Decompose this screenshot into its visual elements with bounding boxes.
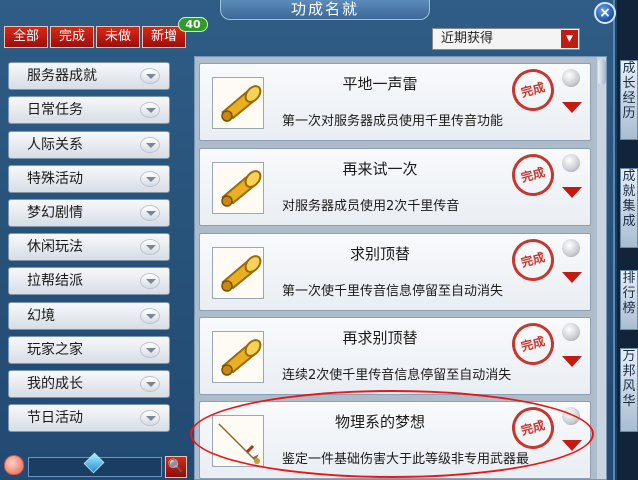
sidebar-item-special[interactable]: 特殊活动	[8, 165, 170, 193]
sidebar-item-festival[interactable]: 节日活动	[8, 404, 170, 432]
sidebar-item-label: 休闲玩法	[27, 239, 83, 255]
close-button[interactable]: ×	[594, 2, 616, 24]
sidebar-item-label: 梦幻剧情	[27, 205, 83, 221]
sidebar-item-story[interactable]: 梦幻剧情	[8, 199, 170, 227]
achievement-card[interactable]: 求别顶替 第一次使千里传音信息停留至自动消失 完成	[199, 233, 591, 311]
sidebar-item-label: 玩家之家	[27, 342, 83, 358]
sidebar-item-daily[interactable]: 日常任务	[8, 96, 170, 124]
completed-stamp: 完成	[507, 149, 559, 201]
chevron-down-icon	[140, 308, 160, 324]
sidebar-item-guild[interactable]: 拉帮结派	[8, 267, 170, 295]
horn-icon	[212, 162, 264, 214]
expand-arrow-icon[interactable]	[562, 187, 582, 198]
bulb-icon	[562, 239, 580, 257]
tab-all[interactable]: 全部	[4, 26, 48, 48]
sidebar-item-illusion[interactable]: 幻境	[8, 302, 170, 330]
bulb-icon	[562, 154, 580, 172]
achievement-desc: 第一次对服务器成员使用千里传音功能	[282, 114, 504, 129]
sidebar-item-leisure[interactable]: 休闲玩法	[8, 233, 170, 261]
peach-icon	[4, 455, 24, 475]
achievement-card[interactable]: 再来试一次 对服务器成员使用2次千里传音 完成	[199, 148, 591, 226]
achievement-window: 功成名就 × 全部 完成 未做 新增 40 近期获得 ▼ 服务器成就 日常任务 …	[0, 0, 616, 480]
sidebar-item-label: 特殊活动	[27, 171, 83, 187]
expand-arrow-icon[interactable]	[562, 272, 582, 283]
side-tab-world[interactable]: 万邦风华	[620, 348, 638, 432]
tab-not-done[interactable]: 未做	[96, 26, 140, 48]
achievement-title: 再来试一次	[342, 160, 418, 178]
achievement-card[interactable]: 再求别顶替 连续2次使千里传音信息停留至自动消失 完成	[199, 317, 591, 395]
expand-arrow-icon[interactable]	[562, 102, 582, 113]
sidebar-item-label: 幻境	[27, 308, 55, 324]
chevron-down-icon: ▼	[561, 30, 578, 48]
sidebar-item-growth[interactable]: 我的成长	[8, 370, 170, 398]
scroll-thumb[interactable]	[598, 59, 606, 85]
chevron-down-icon	[140, 68, 160, 84]
window-title: 功成名就	[220, 0, 430, 20]
chevron-down-icon	[140, 205, 160, 221]
horn-icon	[212, 331, 264, 383]
chevron-down-icon	[140, 239, 160, 255]
sidebar-item-label: 服务器成就	[27, 68, 97, 84]
achievement-desc: 第一次使千里传音信息停留至自动消失	[282, 284, 504, 299]
achievement-desc: 连续2次使千里传音信息停留至自动消失	[282, 368, 512, 383]
horn-icon	[212, 77, 264, 129]
bulb-icon	[562, 69, 580, 87]
achievement-card[interactable]: 平地一声雷 第一次对服务器成员使用千里传音功能 完成	[199, 63, 591, 141]
new-count-badge: 40	[178, 17, 208, 32]
sort-selected-value: 近期获得	[441, 31, 494, 46]
sidebar-item-social[interactable]: 人际关系	[8, 131, 170, 159]
chevron-down-icon	[140, 376, 160, 392]
horn-icon	[212, 247, 264, 299]
sidebar-item-label: 日常任务	[27, 102, 83, 118]
sidebar-item-label: 拉帮结派	[27, 273, 83, 289]
expand-arrow-icon[interactable]	[562, 356, 582, 367]
chevron-down-icon	[140, 342, 160, 358]
side-panel-strip: 成长经历 成就集成 排行榜 万邦风华	[617, 0, 638, 480]
sort-dropdown[interactable]: 近期获得 ▼	[432, 28, 580, 50]
achievement-title: 平地一声雷	[342, 75, 418, 93]
search-button[interactable]: 🔍	[165, 456, 187, 478]
sidebar-item-label: 我的成长	[27, 376, 83, 392]
close-icon: ×	[599, 5, 611, 21]
chevron-down-icon	[140, 171, 160, 187]
achievement-title: 求别顶替	[349, 245, 410, 263]
sidebar-item-server[interactable]: 服务器成就	[8, 62, 170, 90]
chevron-down-icon	[140, 137, 160, 153]
achievement-desc: 对服务器成员使用2次千里传音	[282, 199, 460, 214]
sidebar-item-label: 人际关系	[27, 137, 83, 153]
side-tab-collection[interactable]: 成就集成	[620, 168, 638, 248]
chevron-down-icon	[140, 273, 160, 289]
chevron-down-icon	[140, 410, 160, 426]
highlight-annotation-circle	[190, 390, 594, 478]
completed-stamp: 完成	[507, 64, 559, 116]
sidebar-item-home[interactable]: 玩家之家	[8, 336, 170, 364]
bulb-icon	[562, 323, 580, 341]
search-icon: 🔍	[167, 459, 185, 474]
achievement-title: 再求别顶替	[342, 329, 418, 347]
completed-stamp: 完成	[507, 234, 559, 286]
side-tab-growth[interactable]: 成长经历	[620, 60, 638, 140]
completed-stamp: 完成	[507, 318, 559, 370]
list-scrollbar[interactable]	[597, 57, 606, 479]
side-tab-ranking[interactable]: 排行榜	[620, 270, 638, 330]
sidebar-item-label: 节日活动	[27, 410, 83, 426]
tab-completed[interactable]: 完成	[50, 26, 94, 48]
chevron-down-icon	[140, 102, 160, 118]
